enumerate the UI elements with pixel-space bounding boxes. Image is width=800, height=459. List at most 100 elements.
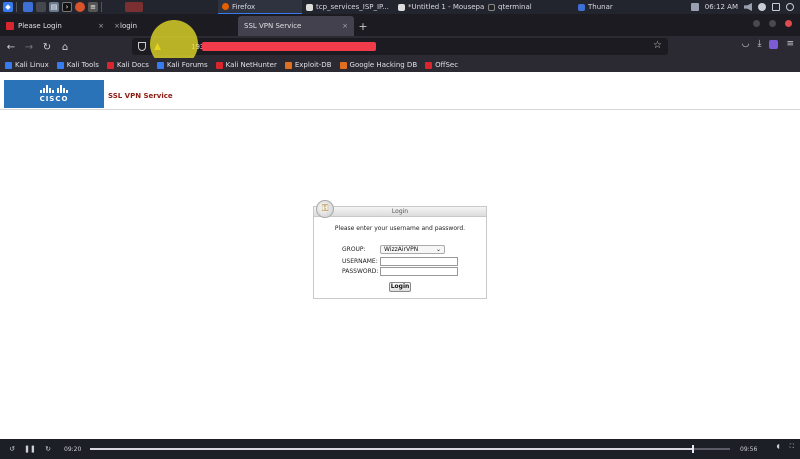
- taskbar-task-mousepad[interactable]: *Untitled 1 - Mousepad: [394, 0, 484, 14]
- text-editor-icon[interactable]: ≡: [88, 2, 98, 12]
- tab-ssl-vpn-service[interactable]: SSL VPN Service ×: [238, 16, 354, 36]
- browser-navbar: ← → ↻ ⌂ 193. ☆ ◡ ⤓ ≡: [0, 36, 800, 58]
- tab-close-icon[interactable]: ×: [114, 22, 120, 30]
- forward-icon[interactable]: ↻: [42, 443, 54, 455]
- document-icon: [306, 3, 313, 11]
- seek-handle[interactable]: [691, 445, 694, 453]
- page-header: CISCO SSL VPN Service: [0, 76, 800, 110]
- bookmark-label: Kali Linux: [15, 61, 49, 69]
- bookmark-google-hacking-db[interactable]: Google Hacking DB: [339, 61, 418, 69]
- seek-bar[interactable]: [90, 445, 730, 453]
- bookmarks-bar: Kali Linux Kali Tools Kali Docs Kali For…: [0, 58, 800, 72]
- screen: ◆ ▤ › ≡ Firefox tcp_services_ISP_IP... *…: [0, 0, 800, 459]
- login-instructions: Please enter your username and password.: [334, 225, 466, 232]
- bookmark-label: Kali Docs: [116, 61, 149, 69]
- terminal-icon: [488, 3, 495, 11]
- lock-icon[interactable]: [772, 3, 780, 11]
- volume-icon[interactable]: [744, 3, 752, 11]
- ghdb-icon: [339, 61, 347, 69]
- tab-close-icon[interactable]: ×: [342, 22, 348, 30]
- back-button[interactable]: ←: [2, 38, 20, 56]
- home-button[interactable]: ⌂: [56, 38, 74, 56]
- bookmark-label: Google Hacking DB: [349, 61, 418, 69]
- bookmark-kali-linux[interactable]: Kali Linux: [5, 61, 49, 69]
- menu-icon[interactable]: ≡: [786, 39, 794, 49]
- bookmark-label: Kali Forums: [166, 61, 208, 69]
- shield-icon[interactable]: [138, 42, 146, 51]
- password-label: PASSWORD:: [342, 268, 379, 275]
- seek-bar-progress: [90, 448, 692, 450]
- fullscreen-icon[interactable]: ⛶: [790, 443, 794, 451]
- clock[interactable]: 06:12 AM: [705, 3, 738, 11]
- bookmark-kali-docs[interactable]: Kali Docs: [106, 61, 149, 69]
- rewind-icon[interactable]: ↺: [6, 443, 18, 455]
- tab-login[interactable]: login ×: [4, 16, 137, 36]
- bookmark-kali-nethunter[interactable]: Kali NetHunter: [215, 61, 277, 69]
- reload-button[interactable]: ↻: [38, 38, 56, 56]
- cisco-bars-icon: [40, 85, 68, 93]
- username-label: USERNAME:: [342, 258, 378, 265]
- total-time: 09:56: [740, 446, 758, 453]
- bookmark-star-icon[interactable]: ☆: [653, 40, 662, 51]
- kali-icon: [56, 61, 64, 69]
- folder-icon: [578, 3, 585, 11]
- current-time: 09:20: [64, 445, 82, 453]
- monitor-icon[interactable]: [690, 3, 699, 11]
- firefox-icon[interactable]: [75, 2, 85, 12]
- workspace-switcher-icon[interactable]: [125, 2, 143, 12]
- files-icon[interactable]: ▤: [49, 2, 59, 12]
- task-label: qterminal: [498, 3, 532, 11]
- bookmark-kali-forums[interactable]: Kali Forums: [156, 61, 208, 69]
- task-label: Thunar: [588, 3, 613, 11]
- taskbar-task-firefox[interactable]: Firefox: [218, 0, 302, 14]
- offsec-icon: [425, 61, 433, 69]
- extension-icon[interactable]: [769, 39, 779, 49]
- notification-icon[interactable]: [758, 3, 766, 11]
- cisco-logo: CISCO: [4, 80, 104, 108]
- bookmark-offsec[interactable]: OffSec: [425, 61, 458, 69]
- bookmark-label: Kali Tools: [66, 61, 99, 69]
- pause-button[interactable]: ❚❚: [24, 443, 36, 455]
- group-label: GROUP:: [342, 246, 366, 253]
- terminal-icon[interactable]: ›: [62, 2, 72, 12]
- page-content: CISCO SSL VPN Service Login ⚿ Please ent…: [0, 72, 800, 439]
- forums-icon: [156, 61, 164, 69]
- redacted-url: [202, 42, 376, 51]
- group-select[interactable]: WizzAirVPN ⌄: [380, 245, 445, 254]
- player-right-controls: ◖ ⛶: [777, 443, 794, 451]
- pocket-icon[interactable]: ◡: [742, 39, 750, 49]
- maximize-button[interactable]: [769, 20, 776, 27]
- volume-icon[interactable]: ◖: [777, 443, 780, 451]
- browser-tab-strip: Please Login × login × SSL VPN Service ×…: [0, 14, 800, 36]
- workspace-2-icon[interactable]: [36, 2, 46, 12]
- power-icon[interactable]: [786, 3, 794, 11]
- taskbar-task-thunar[interactable]: Thunar: [574, 0, 654, 14]
- nethunter-icon: [215, 61, 223, 69]
- mousepad-icon: [398, 3, 405, 11]
- url-bar[interactable]: 193. ☆: [132, 38, 668, 55]
- new-tab-button[interactable]: +: [354, 16, 372, 36]
- login-button[interactable]: Login: [389, 282, 411, 292]
- bookmark-exploit-db[interactable]: Exploit-DB: [284, 61, 332, 69]
- bookmark-kali-tools[interactable]: Kali Tools: [56, 61, 99, 69]
- kali-icon: [5, 61, 12, 69]
- username-input[interactable]: [380, 257, 458, 266]
- password-input[interactable]: [380, 267, 458, 276]
- divider: [16, 2, 17, 12]
- taskbar-task-document[interactable]: tcp_services_ISP_IP...: [302, 0, 394, 14]
- forward-button[interactable]: →: [20, 38, 38, 56]
- downloads-icon[interactable]: ⤓: [757, 39, 761, 49]
- close-window-button[interactable]: [785, 20, 792, 27]
- window-controls: [753, 20, 792, 27]
- system-tray: 06:12 AM: [690, 0, 800, 14]
- workspace-1-icon[interactable]: [23, 2, 33, 12]
- kali-menu-icon[interactable]: ◆: [3, 2, 13, 12]
- toolbar-right: ◡ ⤓ ≡: [742, 39, 794, 49]
- tab-label: login: [120, 22, 138, 30]
- taskbar-task-qterminal[interactable]: qterminal: [484, 0, 574, 14]
- exploit-db-icon: [284, 61, 292, 69]
- login-title: Login: [314, 207, 486, 217]
- chevron-down-icon: ⌄: [435, 246, 441, 253]
- minimize-button[interactable]: [753, 20, 760, 27]
- bookmark-label: Exploit-DB: [294, 61, 332, 69]
